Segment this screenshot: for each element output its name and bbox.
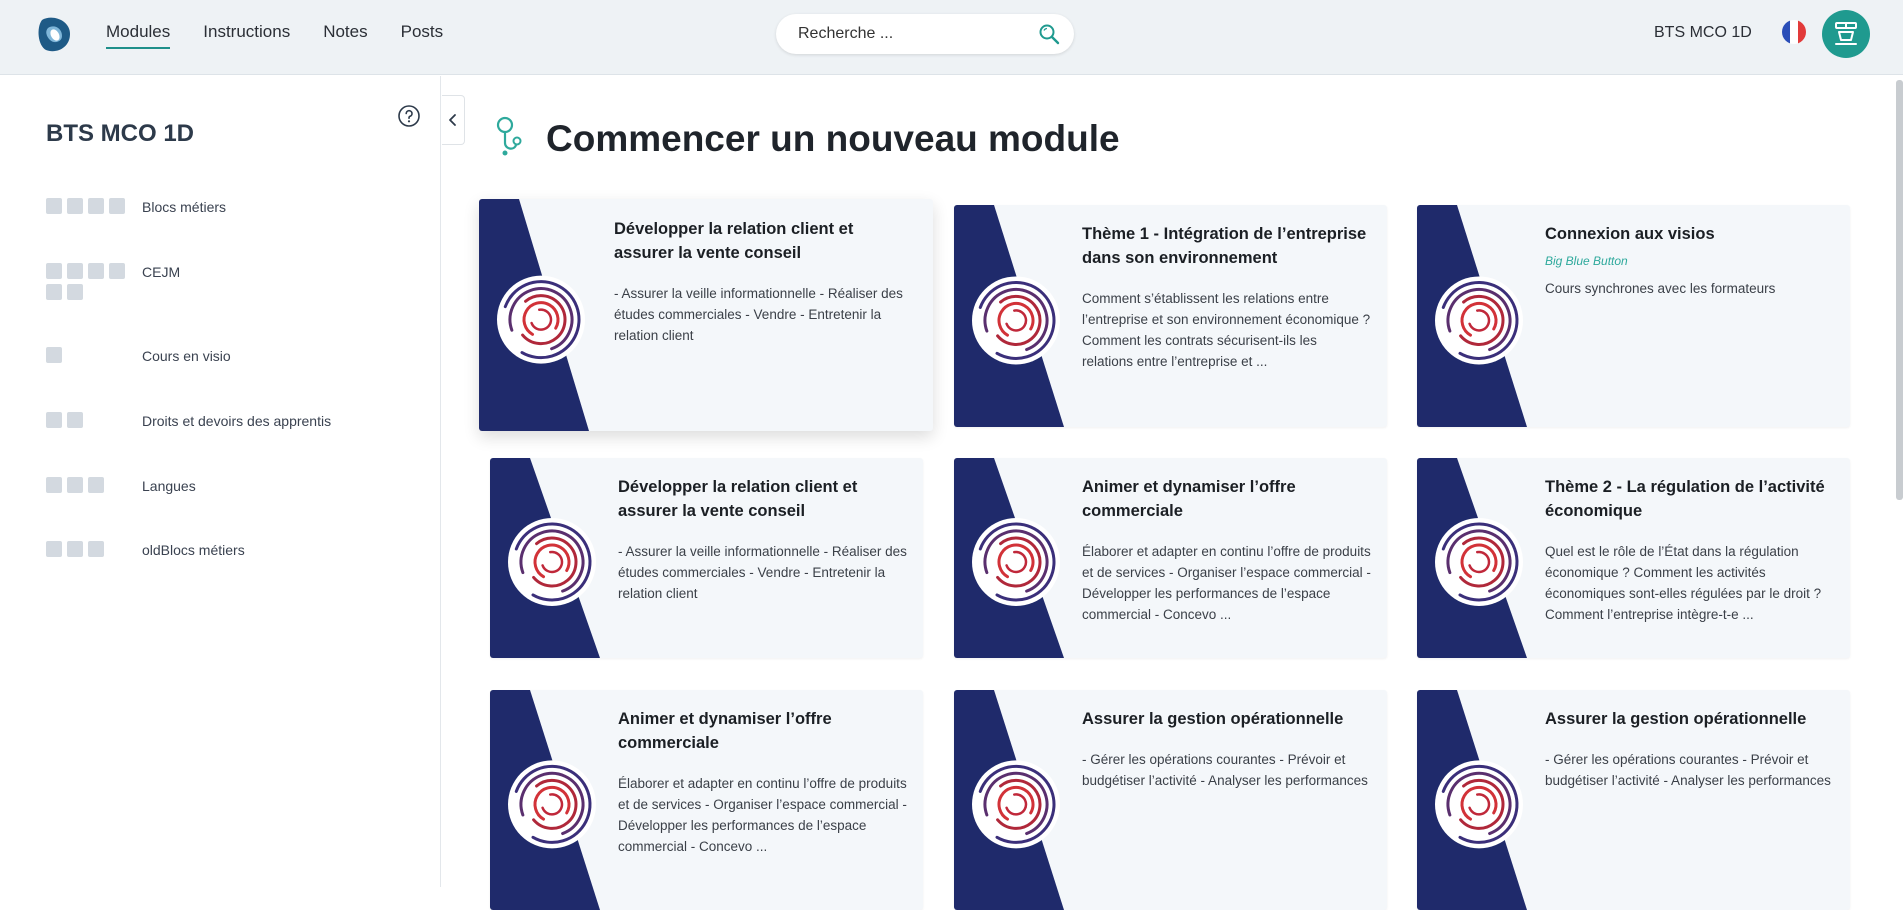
- module-card-description: Comment s’établissent les relations entr…: [1082, 291, 1371, 369]
- search-input[interactable]: [798, 14, 1028, 54]
- module-card-description: Cours synchrones avec les formateurs: [1545, 281, 1776, 296]
- square: [46, 477, 62, 493]
- module-card-description: Élaborer et adapter en continu l’offre d…: [618, 776, 907, 854]
- sidebar-item-label: Cours en visio: [142, 348, 231, 364]
- square: [67, 284, 83, 300]
- progress-squares: [46, 477, 142, 494]
- organization-name[interactable]: BTS MCO 1D: [1654, 24, 1752, 42]
- square: [88, 477, 104, 493]
- flag-stripe: [1798, 20, 1806, 44]
- module-card[interactable]: Animer et dynamiser l’offre commerciale …: [490, 690, 923, 910]
- square: [46, 284, 62, 300]
- square: [109, 198, 125, 214]
- square: [46, 412, 62, 428]
- sidebar-item-label: Blocs métiers: [142, 199, 227, 215]
- module-card-title: Thème 1 - Intégration de l’entreprise da…: [1082, 225, 1367, 267]
- square: [46, 347, 62, 363]
- module-card[interactable]: Développer la relation client et assurer…: [479, 199, 933, 431]
- search-box: [776, 14, 1074, 54]
- module-card-description: - Gérer les opérations courantes - Prévo…: [1545, 752, 1831, 788]
- sidebar-item-label: Langues: [142, 478, 196, 494]
- module-card-description: - Assurer la veille informationnelle - R…: [614, 286, 903, 343]
- square: [67, 541, 83, 557]
- module-card-title: Assurer la gestion opérationnelle: [1545, 710, 1807, 728]
- module-card-title: Animer et dynamiser l’offre commerciale: [618, 710, 832, 752]
- module-card-title: Animer et dynamiser l’offre commerciale: [1082, 478, 1296, 520]
- progress-squares: [46, 541, 142, 558]
- square: [46, 541, 62, 557]
- module-card[interactable]: Connexion aux visios Big Blue Button Cou…: [1417, 205, 1850, 427]
- module-card[interactable]: Thème 2 - La régulation de l’activité éc…: [1417, 458, 1850, 658]
- module-card-title: Connexion aux visios: [1545, 225, 1715, 243]
- square: [88, 263, 104, 279]
- square: [46, 263, 62, 279]
- app-logo-icon[interactable]: [34, 14, 74, 54]
- nav-instructions[interactable]: Instructions: [203, 22, 290, 49]
- sidebar-item-blocs-metiers[interactable]: Blocs métiers: [46, 198, 426, 215]
- sidebar-item-oldblocs-metiers[interactable]: oldBlocs métiers: [46, 541, 426, 558]
- progress-squares: [46, 198, 142, 215]
- nav-posts[interactable]: Posts: [401, 22, 444, 49]
- sidebar-item-label: Droits et devoirs des apprentis: [142, 413, 332, 429]
- module-card[interactable]: Assurer la gestion opérationnelle - Gére…: [1417, 690, 1850, 910]
- module-route-icon: [496, 116, 522, 156]
- module-card-description: Élaborer et adapter en continu l’offre d…: [1082, 544, 1371, 622]
- top-bar: Modules Instructions Notes Posts BTS MCO…: [0, 0, 1903, 75]
- square: [88, 198, 104, 214]
- module-card-title: Développer la relation client et assurer…: [618, 478, 858, 520]
- module-card-title: Thème 2 - La régulation de l’activité éc…: [1545, 478, 1825, 520]
- square: [67, 412, 83, 428]
- module-art: [954, 458, 1064, 658]
- user-icon: [1835, 22, 1857, 45]
- sidebar-item-label: CEJM: [142, 264, 181, 280]
- sidebar-item-cours-en-visio[interactable]: Cours en visio: [46, 347, 426, 364]
- sidebar-title: BTS MCO 1D: [46, 120, 195, 147]
- search-icon[interactable]: [1038, 23, 1060, 45]
- nav-notes[interactable]: Notes: [323, 22, 367, 49]
- page-title: Commencer un nouveau module: [546, 118, 1120, 159]
- square: [88, 541, 104, 557]
- flag-stripe: [1790, 20, 1798, 44]
- sidebar-item-label: oldBlocs métiers: [142, 542, 245, 558]
- module-art: [490, 690, 600, 910]
- square: [67, 263, 83, 279]
- module-card-title: Développer la relation client et assurer…: [614, 220, 854, 262]
- chevron-left-icon: [449, 114, 456, 126]
- module-card-description: - Assurer la veille informationnelle - R…: [618, 544, 907, 601]
- progress-squares: [46, 412, 142, 429]
- sidebar-item-langues[interactable]: Langues: [46, 477, 426, 494]
- progress-squares: [46, 263, 142, 300]
- progress-squares: [46, 347, 142, 364]
- module-card-title: Assurer la gestion opérationnelle: [1082, 710, 1344, 728]
- module-card-description: Quel est le rôle de l’État dans la régul…: [1545, 544, 1822, 622]
- square: [67, 477, 83, 493]
- module-card[interactable]: Assurer la gestion opérationnelle - Gére…: [954, 690, 1387, 910]
- page-scrollbar[interactable]: [1896, 80, 1903, 500]
- module-art: [1417, 458, 1527, 658]
- module-card[interactable]: Animer et dynamiser l’offre commerciale …: [954, 458, 1387, 658]
- module-card-description: - Gérer les opérations courantes - Prévo…: [1082, 752, 1368, 788]
- module-art: [954, 690, 1064, 910]
- french-flag-icon[interactable]: [1782, 20, 1806, 44]
- module-art: [490, 458, 600, 658]
- module-art: [1417, 205, 1527, 427]
- module-art: [1417, 690, 1527, 910]
- nav-modules[interactable]: Modules: [106, 22, 171, 49]
- help-icon[interactable]: [397, 104, 421, 128]
- module-art: [479, 199, 589, 431]
- module-card[interactable]: Thème 1 - Intégration de l’entreprise da…: [954, 205, 1387, 427]
- square: [109, 263, 125, 279]
- module-card-subtitle: Big Blue Button: [1545, 254, 1628, 268]
- module-card[interactable]: Développer la relation client et assurer…: [490, 458, 923, 658]
- square: [67, 198, 83, 214]
- flag-stripe: [1782, 20, 1790, 44]
- sidebar: BTS MCO 1D Blocs métiers CEJM Cours en v…: [0, 76, 441, 887]
- avatar[interactable]: [1822, 10, 1870, 58]
- main-nav: Modules Instructions Notes Posts: [106, 22, 443, 49]
- sidebar-item-droits-et-devoirs[interactable]: Droits et devoirs des apprentis: [46, 412, 426, 429]
- square: [46, 198, 62, 214]
- collapse-sidebar-button[interactable]: [442, 95, 465, 145]
- module-art: [954, 205, 1064, 427]
- sidebar-item-cejm[interactable]: CEJM: [46, 263, 426, 300]
